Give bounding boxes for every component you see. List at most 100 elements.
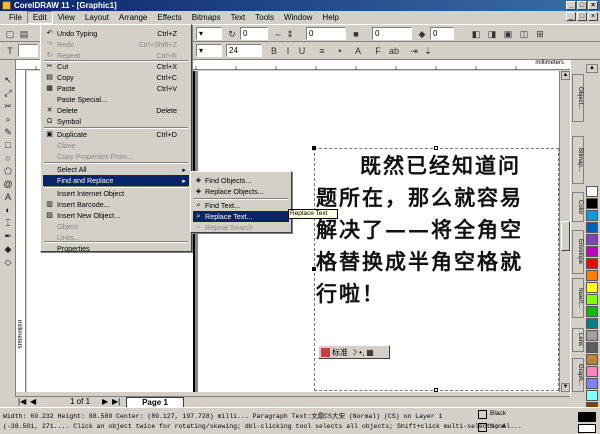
docker-tab-insert[interactable]: Insert...	[572, 278, 584, 318]
outline-tool-icon[interactable]: ✒	[2, 230, 14, 242]
color-swatch[interactable]	[586, 342, 598, 353]
scroll-up-icon[interactable]: ▲	[561, 71, 570, 80]
shape-icon[interactable]: ◆	[416, 28, 428, 40]
open-icon[interactable]: ▤	[18, 28, 30, 40]
font-size-field[interactable]: 24	[226, 44, 262, 57]
underline-icon[interactable]: U	[296, 45, 308, 57]
ime-logo-icon[interactable]	[321, 347, 330, 357]
mirror-h-icon[interactable]: ⇔	[272, 28, 284, 40]
position-x-field[interactable]: 0	[306, 27, 346, 40]
interactive-fill-icon[interactable]: ◇	[2, 256, 14, 268]
color-swatch[interactable]	[586, 282, 598, 293]
group-icon[interactable]: ◧	[470, 28, 482, 40]
menu-item-insert-new-object[interactable]: ▨ Insert New Object...	[43, 210, 189, 221]
edit-text-icon[interactable]: ab	[388, 45, 400, 57]
rectangle-tool-icon[interactable]: □	[2, 139, 14, 151]
eyedropper-tool-icon[interactable]: ⌶	[2, 217, 14, 229]
shape-tool-icon[interactable]: ⤢	[2, 87, 14, 99]
menu-item-insert-internet-object[interactable]: Insert Internet Object	[43, 188, 189, 199]
color-swatch[interactable]	[586, 330, 598, 341]
menu-file[interactable]: File	[4, 11, 27, 24]
menu-item-insert-barcode[interactable]: ▥ Insert Barcode...	[43, 199, 189, 210]
scroll-down-icon[interactable]: ▼	[561, 383, 570, 392]
docker-tab-color[interactable]: Color	[572, 192, 584, 222]
menu-item-undo[interactable]: ↶ Undo Typing Ctrl+Z	[43, 28, 189, 39]
bold-icon[interactable]: B	[268, 45, 280, 57]
last-page-icon[interactable]: ▶|	[112, 397, 120, 407]
corner-field[interactable]: 0	[430, 27, 454, 40]
color-swatch[interactable]	[586, 354, 598, 365]
align-icon[interactable]: ◫	[518, 28, 530, 40]
menu-item-find-and-replace[interactable]: Find and Replace ▸	[43, 175, 189, 186]
italic-icon[interactable]: I	[282, 45, 294, 57]
menu-layout[interactable]: Layout	[80, 11, 114, 24]
interactive-tool-icon[interactable]: ◐	[2, 204, 14, 216]
doc-restore-button[interactable]: □	[577, 12, 587, 21]
order-icon[interactable]: ▣	[502, 28, 514, 40]
mirror-v-icon[interactable]: ⇕	[284, 28, 296, 40]
ime-toolbar[interactable]: 标准 ☽ •, ▦	[318, 345, 390, 359]
menu-item-properties[interactable]: Properties	[43, 243, 189, 254]
pick-tool-icon[interactable]: ↖	[2, 74, 14, 86]
docker-tab-graph[interactable]: Graph...	[572, 358, 584, 392]
style-field[interactable]: ▾	[196, 44, 222, 57]
close-button[interactable]: ×	[588, 1, 598, 10]
color-swatch[interactable]	[586, 378, 598, 389]
color-swatch[interactable]	[586, 306, 598, 317]
keyboard-icon[interactable]: ▦	[366, 348, 374, 357]
menu-item-duplicate[interactable]: ▣ Duplicate Ctrl+D	[43, 129, 189, 140]
text-tool-icon[interactable]: A	[2, 191, 14, 203]
menu-view[interactable]: View	[53, 11, 80, 24]
new-icon[interactable]: ▢	[4, 28, 16, 40]
vertical-scrollbar[interactable]: ▲ ▼	[559, 71, 570, 392]
menu-item-cut[interactable]: ✂ Cut Ctrl+X	[43, 61, 189, 72]
menu-bitmaps[interactable]: Bitmaps	[187, 11, 226, 24]
color-swatch[interactable]	[586, 318, 598, 329]
docker-tab-bitmap[interactable]: Bitmap...	[572, 136, 584, 184]
color-swatch[interactable]	[586, 258, 598, 269]
menu-item-copy[interactable]: ▤ Copy Ctrl+C	[43, 72, 189, 83]
font-name-field[interactable]	[18, 44, 38, 57]
size-field[interactable]: 0	[372, 27, 412, 40]
prev-page-icon[interactable]: ◀	[30, 397, 36, 407]
align-left-icon[interactable]: ≡	[316, 45, 328, 57]
color-swatch[interactable]	[586, 246, 598, 257]
freehand-tool-icon[interactable]: ✎	[2, 126, 14, 138]
color-swatch[interactable]	[586, 222, 598, 233]
convert-icon[interactable]: ⊞	[534, 28, 546, 40]
menu-text[interactable]: Text	[226, 11, 251, 24]
format-text-icon[interactable]: F	[372, 45, 384, 57]
palette-scroll-up-icon[interactable]: ▲	[586, 64, 598, 73]
rotation-field[interactable]: 0	[240, 27, 268, 40]
lock-icon[interactable]: ■	[350, 28, 362, 40]
menu-item-symbol[interactable]: Ω Symbol	[43, 116, 189, 127]
color-swatch[interactable]	[586, 198, 598, 209]
color-swatch[interactable]	[586, 366, 598, 377]
color-swatch[interactable]	[586, 210, 598, 221]
menu-help[interactable]: Help	[317, 11, 343, 24]
punctuation-icon[interactable]: •,	[359, 348, 364, 357]
maximize-button[interactable]: □	[577, 1, 587, 10]
bullet-icon[interactable]: •	[334, 45, 346, 57]
minimize-button[interactable]: _	[566, 1, 576, 10]
menu-item-delete[interactable]: ✕ Delete Delete	[43, 105, 189, 116]
menu-item-select-all[interactable]: Select All ▸	[43, 164, 189, 175]
rotate-icon[interactable]: ↻	[226, 28, 238, 40]
vertical-text-icon[interactable]: ⇣	[422, 45, 434, 57]
toolbar-field-1[interactable]: ▾	[196, 27, 222, 40]
fill-tool-icon[interactable]: ◆	[2, 243, 14, 255]
doc-close-button[interactable]: ×	[588, 12, 598, 21]
first-page-icon[interactable]: |◀	[18, 397, 26, 407]
zoom-tool-icon[interactable]: ⌕	[2, 113, 14, 125]
submenu-item-find-text[interactable]: ⌕ Find Text...	[193, 200, 289, 211]
horizontal-text-icon[interactable]: ⇥	[408, 45, 420, 57]
docker-tab-envelope[interactable]: Envelope	[572, 230, 584, 274]
docker-tab-object[interactable]: Object...	[572, 74, 584, 122]
color-swatch[interactable]	[586, 234, 598, 245]
doc-minimize-button[interactable]: _	[566, 12, 576, 21]
menu-item-paste-special[interactable]: Paste Special...	[43, 94, 189, 105]
menu-arrange[interactable]: Arrange	[114, 11, 152, 24]
color-swatch[interactable]	[586, 186, 598, 197]
menu-tools[interactable]: Tools	[250, 11, 279, 24]
color-swatch[interactable]	[586, 390, 598, 401]
